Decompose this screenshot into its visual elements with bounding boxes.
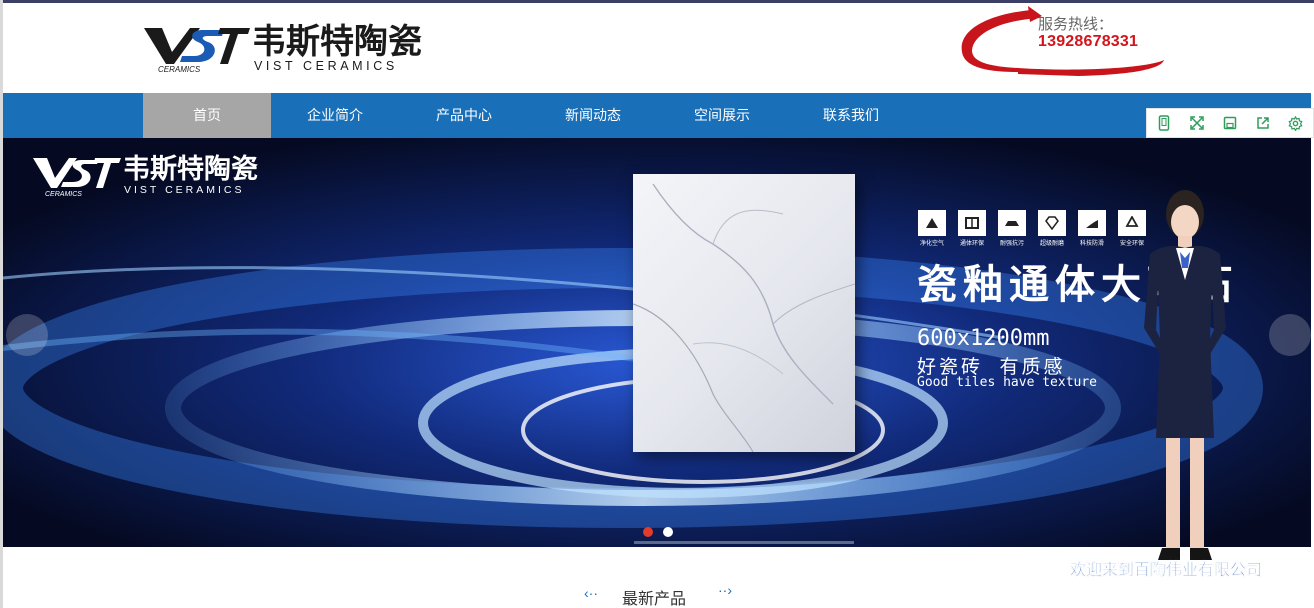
feature-item: 通体环保 [957,210,987,250]
logo-brand-cn: 韦斯特陶瓷 [252,22,422,62]
section-title: 最新产品 [622,591,687,608]
nav-item-contact[interactable]: 联系我们 [787,93,915,138]
fullscreen-icon[interactable] [1180,109,1213,137]
virtual-assistant-avatar[interactable] [1130,188,1240,580]
banner-logo: CERAMICS 韦斯特陶瓷 VIST CERAMICS [33,153,258,198]
book-icon [958,210,986,236]
hotline-number[interactable]: 13928678331 [1038,33,1138,51]
mobile-icon[interactable] [1147,109,1180,137]
feature-item: 净化空气 [917,210,947,250]
svg-text:CERAMICS: CERAMICS [158,65,201,74]
slider-dot-1[interactable] [643,527,653,537]
logo-brand-en: VIST CERAMICS [254,59,398,73]
svg-text:CERAMICS: CERAMICS [45,191,82,198]
banner-slogan-en: Good tiles have texture [917,375,1098,390]
banner-logo-en: VIST CERAMICS [124,184,245,196]
nav-item-products[interactable]: 产品中心 [400,93,528,138]
diamond-icon [1038,210,1066,236]
air-purify-icon [918,210,946,236]
nav-item-home[interactable]: 首页 [143,93,271,138]
anti-slip-icon [1078,210,1106,236]
slider-next-button[interactable] [1269,314,1311,356]
feature-icons: 净化空气 通体环保 耐强抗污 超级耐磨 科技防滑 安全环保 [917,210,1157,250]
settings-icon[interactable] [1279,109,1312,137]
vst-logo-mark-icon: CERAMICS 韦斯特陶瓷 VIST CERAMICS [144,22,422,74]
stain-resist-icon [998,210,1026,236]
share-icon[interactable] [1246,109,1279,137]
feature-item: 耐强抗污 [997,210,1027,250]
floating-toolbar [1146,108,1314,138]
slider-prev-button[interactable] [6,314,48,356]
nav-item-about[interactable]: 企业简介 [271,93,399,138]
save-icon[interactable] [1213,109,1246,137]
main-nav: 首页 企业简介 产品中心 新闻动态 空间展示 联系我们 [3,93,1311,138]
feature-item: 科技防滑 [1077,210,1107,250]
nav-item-news[interactable]: 新闻动态 [529,93,657,138]
site-logo[interactable]: CERAMICS 韦斯特陶瓷 VIST CERAMICS [142,22,442,74]
feature-item: 超级耐磨 [1037,210,1067,250]
section-next-arrow[interactable]: ··› [718,582,732,598]
hero-banner: CERAMICS 韦斯特陶瓷 VIST CERAMICS 净化空气 通体环保 耐… [3,138,1311,547]
banner-logo-cn: 韦斯特陶瓷 [123,153,258,185]
section-prev-arrow[interactable]: ‹·· [584,585,598,601]
hotline-label: 服务热线： [1038,16,1114,33]
nav-item-spaces[interactable]: 空间展示 [658,93,786,138]
marble-tile-image [632,174,856,453]
assistant-welcome-text: 欢迎来到百陶伟业有限公司 [1070,562,1263,579]
banner-size: 600x1200mm [917,326,1050,351]
slider-dot-2[interactable] [663,527,673,537]
slider-progress [634,541,854,544]
